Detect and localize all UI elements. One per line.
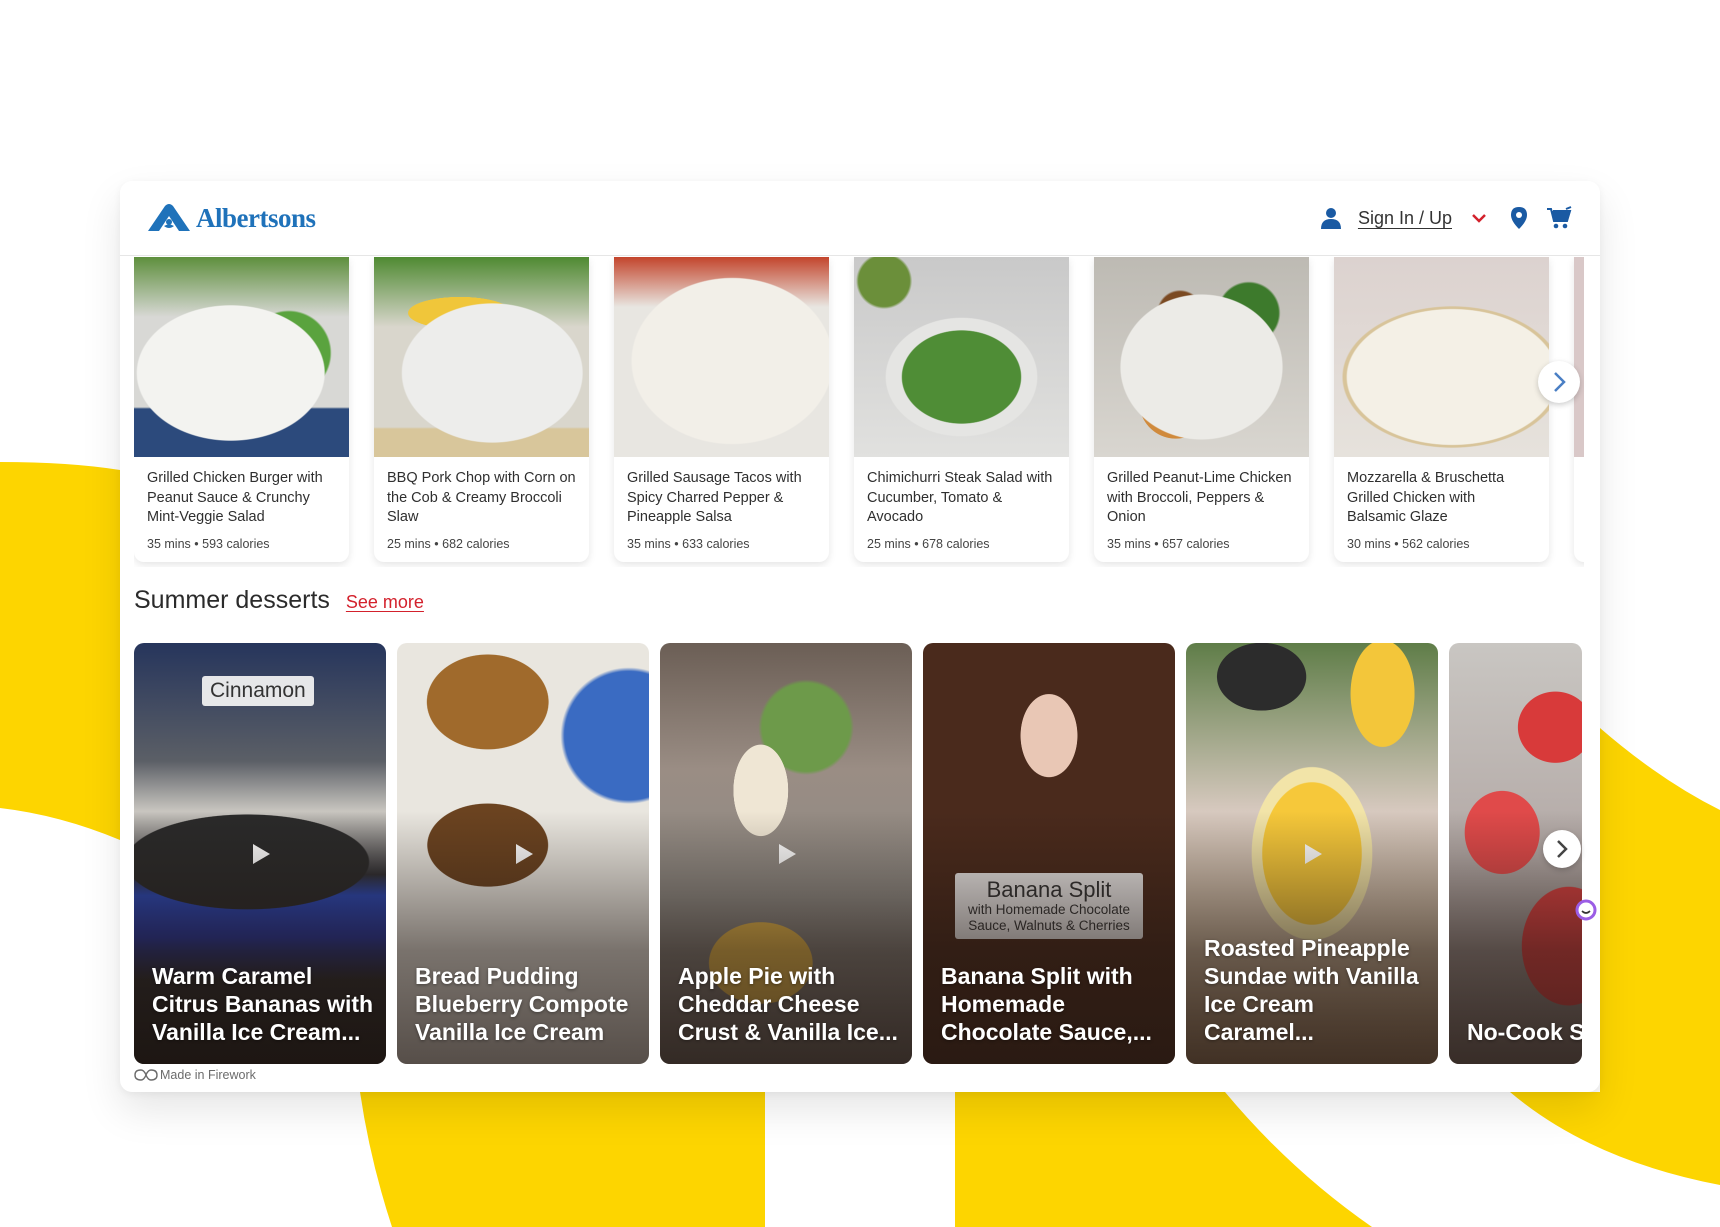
recipe-card[interactable]: Grilled Chicken Burger with Peanut Sauce… bbox=[134, 257, 349, 562]
yellow-swoosh-bottom-left bbox=[360, 1092, 765, 1227]
site-header: Albertsons Sign In / Up bbox=[120, 181, 1600, 256]
user-icon[interactable] bbox=[1318, 205, 1344, 231]
video-title: Warm Caramel Citrus Bananas with Vanilla… bbox=[152, 963, 374, 1045]
recipe-title: Mozzarella & Bruschetta Grilled Chicken … bbox=[1347, 470, 1505, 525]
video-card[interactable]: Roasted Pineapple Sundae with Vanilla Ic… bbox=[1186, 643, 1438, 1064]
recipe-meta: 35 mins • 657 calories bbox=[1107, 537, 1230, 551]
recipe-card[interactable]: Mozzarella & Bruschetta Grilled Chicken … bbox=[1334, 257, 1549, 562]
albertsons-logo[interactable]: Albertsons bbox=[146, 203, 316, 234]
albertsons-page-card: Albertsons Sign In / Up Grilled Chicken … bbox=[120, 181, 1600, 1092]
recipe-title: Chimichurri Steak Salad with Cucumber, T… bbox=[867, 470, 1053, 525]
recipe-image bbox=[614, 257, 829, 457]
recipe-meta: 35 mins • 633 calories bbox=[627, 537, 750, 551]
recipe-card[interactable]: Chimichurri Steak Salad with Cucumber, T… bbox=[854, 257, 1069, 562]
brand-name: Albertsons bbox=[196, 202, 316, 233]
recipe-image bbox=[1094, 257, 1309, 457]
recipe-card-partial[interactable] bbox=[1574, 257, 1584, 562]
video-card[interactable]: Bread Pudding Blueberry Compote Vanilla … bbox=[397, 643, 649, 1064]
video-carousel-next-button[interactable] bbox=[1543, 830, 1581, 868]
header-actions: Sign In / Up bbox=[1318, 205, 1572, 231]
firework-attribution[interactable]: Made in Firework bbox=[134, 1068, 256, 1082]
chevron-right-icon bbox=[1554, 372, 1566, 392]
video-card[interactable]: Apple Pie with Cheddar Cheese Crust & Va… bbox=[660, 643, 912, 1064]
recipe-carousel: Grilled Chicken Burger with Peanut Sauce… bbox=[134, 257, 1584, 567]
chevron-right-icon bbox=[1557, 840, 1568, 858]
see-more-link[interactable]: See more bbox=[346, 592, 424, 613]
recipe-card[interactable]: Grilled Sausage Tacos with Spicy Charred… bbox=[614, 257, 829, 562]
yellow-swoosh-left bbox=[0, 462, 120, 840]
recipe-meta: 30 mins • 562 calories bbox=[1347, 537, 1470, 551]
sign-in-link[interactable]: Sign In / Up bbox=[1358, 208, 1452, 229]
recipe-title: BBQ Pork Chop with Corn on the Cob & Cre… bbox=[387, 470, 576, 525]
video-title: Apple Pie with Cheddar Cheese Crust & Va… bbox=[678, 963, 898, 1045]
assistant-chat-icon[interactable] bbox=[1574, 898, 1598, 922]
video-card[interactable]: Cinnamon Warm Caramel Citrus Bananas wit… bbox=[134, 643, 386, 1064]
attribution-text: Made in Firework bbox=[160, 1068, 256, 1082]
video-card[interactable]: Banana Split with Homemade Chocolate Sau… bbox=[923, 643, 1175, 1064]
recipe-image bbox=[1334, 257, 1549, 457]
video-carousel: Cinnamon Warm Caramel Citrus Bananas wit… bbox=[134, 643, 1584, 1064]
recipe-image bbox=[1574, 257, 1584, 457]
recipe-title: Grilled Sausage Tacos with Spicy Charred… bbox=[627, 470, 802, 525]
recipe-image bbox=[854, 257, 1069, 457]
video-title: Bread Pudding Blueberry Compote Vanilla … bbox=[415, 963, 629, 1045]
video-title: Banana Split with Homemade Chocolate Sau… bbox=[941, 963, 1152, 1045]
recipe-card[interactable]: Grilled Peanut-Lime Chicken with Broccol… bbox=[1094, 257, 1309, 562]
recipe-title: Grilled Peanut-Lime Chicken with Broccol… bbox=[1107, 470, 1292, 525]
video-title: Roasted Pineapple Sundae with Vanilla Ic… bbox=[1204, 935, 1419, 1045]
recipe-card[interactable]: BBQ Pork Chop with Corn on the Cob & Cre… bbox=[374, 257, 589, 562]
recipe-meta: 25 mins • 682 calories bbox=[387, 537, 510, 551]
recipe-meta: 25 mins • 678 calories bbox=[867, 537, 990, 551]
location-pin-icon[interactable] bbox=[1506, 205, 1532, 231]
video-overlay-tag: Cinnamon bbox=[202, 676, 314, 706]
recipe-meta: 35 mins • 593 calories bbox=[147, 537, 270, 551]
recipe-carousel-next-button[interactable] bbox=[1538, 361, 1580, 403]
firework-logo-icon bbox=[134, 1069, 158, 1081]
video-title: No-Cook Strawberry Seed Fool bbox=[1467, 1019, 1582, 1045]
recipe-image bbox=[374, 257, 589, 457]
albertsons-logo-icon bbox=[148, 204, 190, 231]
chevron-down-icon[interactable] bbox=[1466, 205, 1492, 231]
recipe-title: Grilled Chicken Burger with Peanut Sauce… bbox=[147, 470, 323, 525]
recipe-image bbox=[134, 257, 349, 457]
cart-icon[interactable] bbox=[1546, 205, 1572, 231]
section-header-summer-desserts: Summer desserts See more bbox=[134, 586, 424, 615]
section-title: Summer desserts bbox=[134, 586, 330, 614]
yellow-swoosh-bottom-right bbox=[955, 1092, 1372, 1227]
